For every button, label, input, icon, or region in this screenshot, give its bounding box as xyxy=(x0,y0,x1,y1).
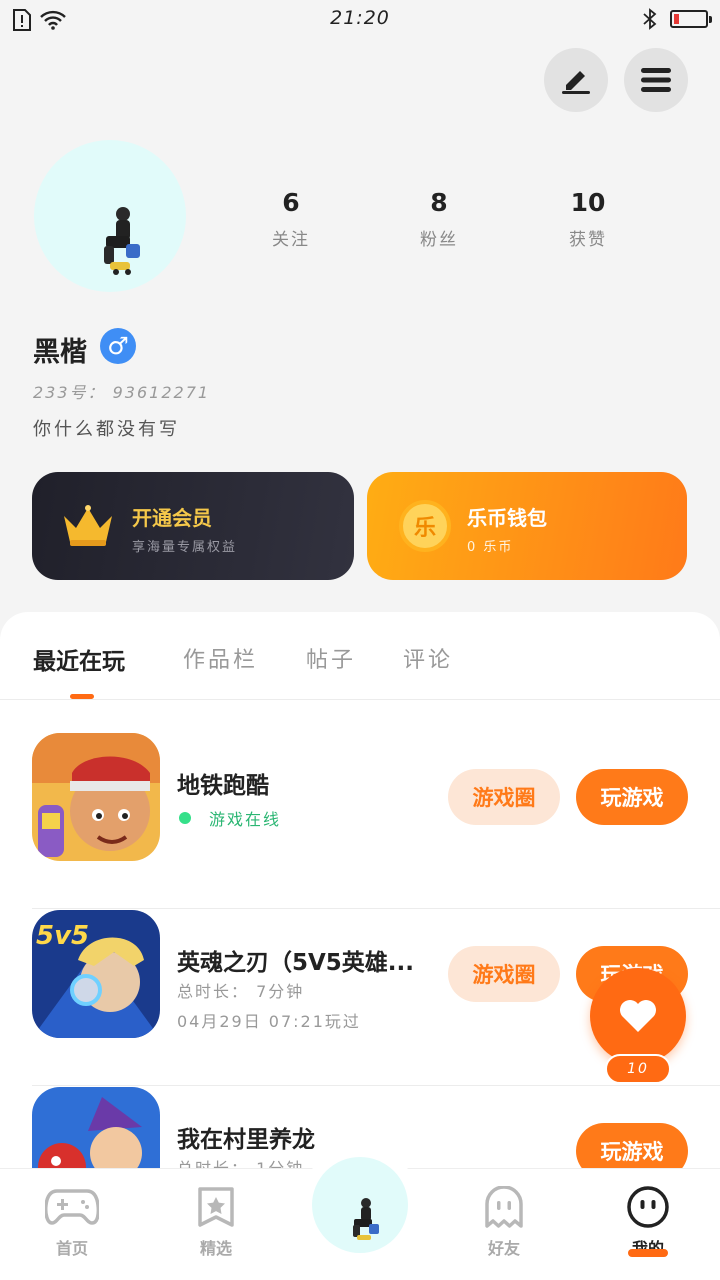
tab-bar: 最近在玩 作品栏 帖子 评论 xyxy=(0,612,720,700)
followers-label: 粉丝 xyxy=(420,230,458,250)
star-bookmark-icon xyxy=(198,1187,234,1227)
like-count-badge: 10 xyxy=(605,1054,671,1084)
edit-profile-button[interactable] xyxy=(544,48,608,112)
avatar-character-image xyxy=(353,1198,379,1240)
online-status-text: 游戏在线 xyxy=(209,810,282,829)
likes-count: 10 xyxy=(570,188,606,217)
tab-active-indicator xyxy=(70,694,94,699)
tab-recently-played[interactable]: 最近在玩 xyxy=(33,642,125,676)
divider xyxy=(32,908,720,909)
play-game-button[interactable]: 玩游戏 xyxy=(576,769,688,825)
hamburger-icon xyxy=(641,68,671,92)
vip-card[interactable]: 开通会员 享海量专属权益 xyxy=(32,472,354,580)
tab-posts[interactable]: 帖子 xyxy=(306,642,356,674)
tab-comments[interactable]: 评论 xyxy=(403,642,453,674)
game-name: 英魂之刃（5V5英雄... xyxy=(177,950,415,976)
ghost-icon xyxy=(485,1186,523,1228)
online-dot-icon xyxy=(179,812,191,824)
nav-featured[interactable]: 精选 xyxy=(166,1185,266,1259)
followers-count: 8 xyxy=(430,188,448,217)
nav-center-avatar-button[interactable] xyxy=(300,1145,420,1265)
coin-icon: 乐 xyxy=(399,500,451,552)
user-id: 233号： 93612271 xyxy=(33,383,211,402)
divider xyxy=(32,1085,720,1086)
crown-icon xyxy=(64,505,112,546)
nav-home-label: 首页 xyxy=(55,1239,88,1258)
gender-symbol: ♂ xyxy=(107,332,129,360)
menu-button[interactable] xyxy=(624,48,688,112)
like-button[interactable] xyxy=(590,968,686,1064)
vip-title: 开通会员 xyxy=(132,506,212,530)
likes-label: 获赞 xyxy=(569,230,607,250)
game-icon-text: 5v5 xyxy=(36,921,89,951)
game-circle-button[interactable]: 游戏圈 xyxy=(448,946,560,1002)
game-icon-subway-surfers[interactable] xyxy=(32,733,160,861)
nav-center-avatar xyxy=(312,1157,408,1253)
heart-icon xyxy=(620,1000,656,1032)
game-name: 地铁跑酷 xyxy=(177,773,269,799)
stat-likes[interactable]: 10 获赞 xyxy=(528,188,648,250)
game-circle-button[interactable]: 游戏圈 xyxy=(448,769,560,825)
nav-friends[interactable]: 好友 xyxy=(454,1185,554,1259)
username: 黑楷 xyxy=(33,337,87,368)
game-row[interactable]: 地铁跑酷 游戏在线 游戏圈 玩游戏 xyxy=(0,733,720,909)
nav-home[interactable]: 首页 xyxy=(22,1185,122,1259)
wallet-title: 乐币钱包 xyxy=(467,506,547,530)
gamepad-icon xyxy=(45,1189,99,1225)
bluetooth-icon xyxy=(643,8,657,30)
nav-active-indicator xyxy=(628,1249,668,1257)
nav-me[interactable]: 我的 xyxy=(598,1185,698,1259)
vip-subtitle: 享海量专属权益 xyxy=(132,540,238,555)
following-count: 6 xyxy=(282,188,300,217)
tab-works[interactable]: 作品栏 xyxy=(183,642,258,674)
clock: 21:20 xyxy=(330,7,390,29)
game-icon-5v5[interactable]: 5v5 xyxy=(32,910,160,1038)
coin-char: 乐 xyxy=(413,516,436,541)
nav-featured-label: 精选 xyxy=(199,1239,232,1258)
wallet-card[interactable]: 乐 乐币钱包 0 乐币 xyxy=(367,472,687,580)
game-artwork xyxy=(32,733,160,861)
status-bar: 21:20 xyxy=(0,0,720,40)
play-duration: 总时长： 7分钟 xyxy=(177,982,305,1001)
nav-friends-label: 好友 xyxy=(487,1239,520,1258)
last-played: 04月29日 07:21玩过 xyxy=(177,1012,361,1031)
following-label: 关注 xyxy=(272,230,310,250)
bio: 你什么都没有写 xyxy=(33,419,180,440)
stat-followers[interactable]: 8 粉丝 xyxy=(379,188,499,250)
battery-icon xyxy=(670,10,712,28)
wallet-balance: 0 乐币 xyxy=(467,540,514,555)
pencil-icon xyxy=(562,71,590,94)
avatar[interactable] xyxy=(34,140,186,292)
game-artwork: 5v5 xyxy=(32,910,160,1038)
male-gender-icon: ♂ xyxy=(100,328,136,364)
face-icon xyxy=(627,1186,669,1228)
avatar-character-image xyxy=(104,207,140,275)
game-name: 我在村里养龙 xyxy=(177,1127,315,1153)
stat-following[interactable]: 6 关注 xyxy=(231,188,351,250)
online-status: 游戏在线 xyxy=(177,806,281,830)
